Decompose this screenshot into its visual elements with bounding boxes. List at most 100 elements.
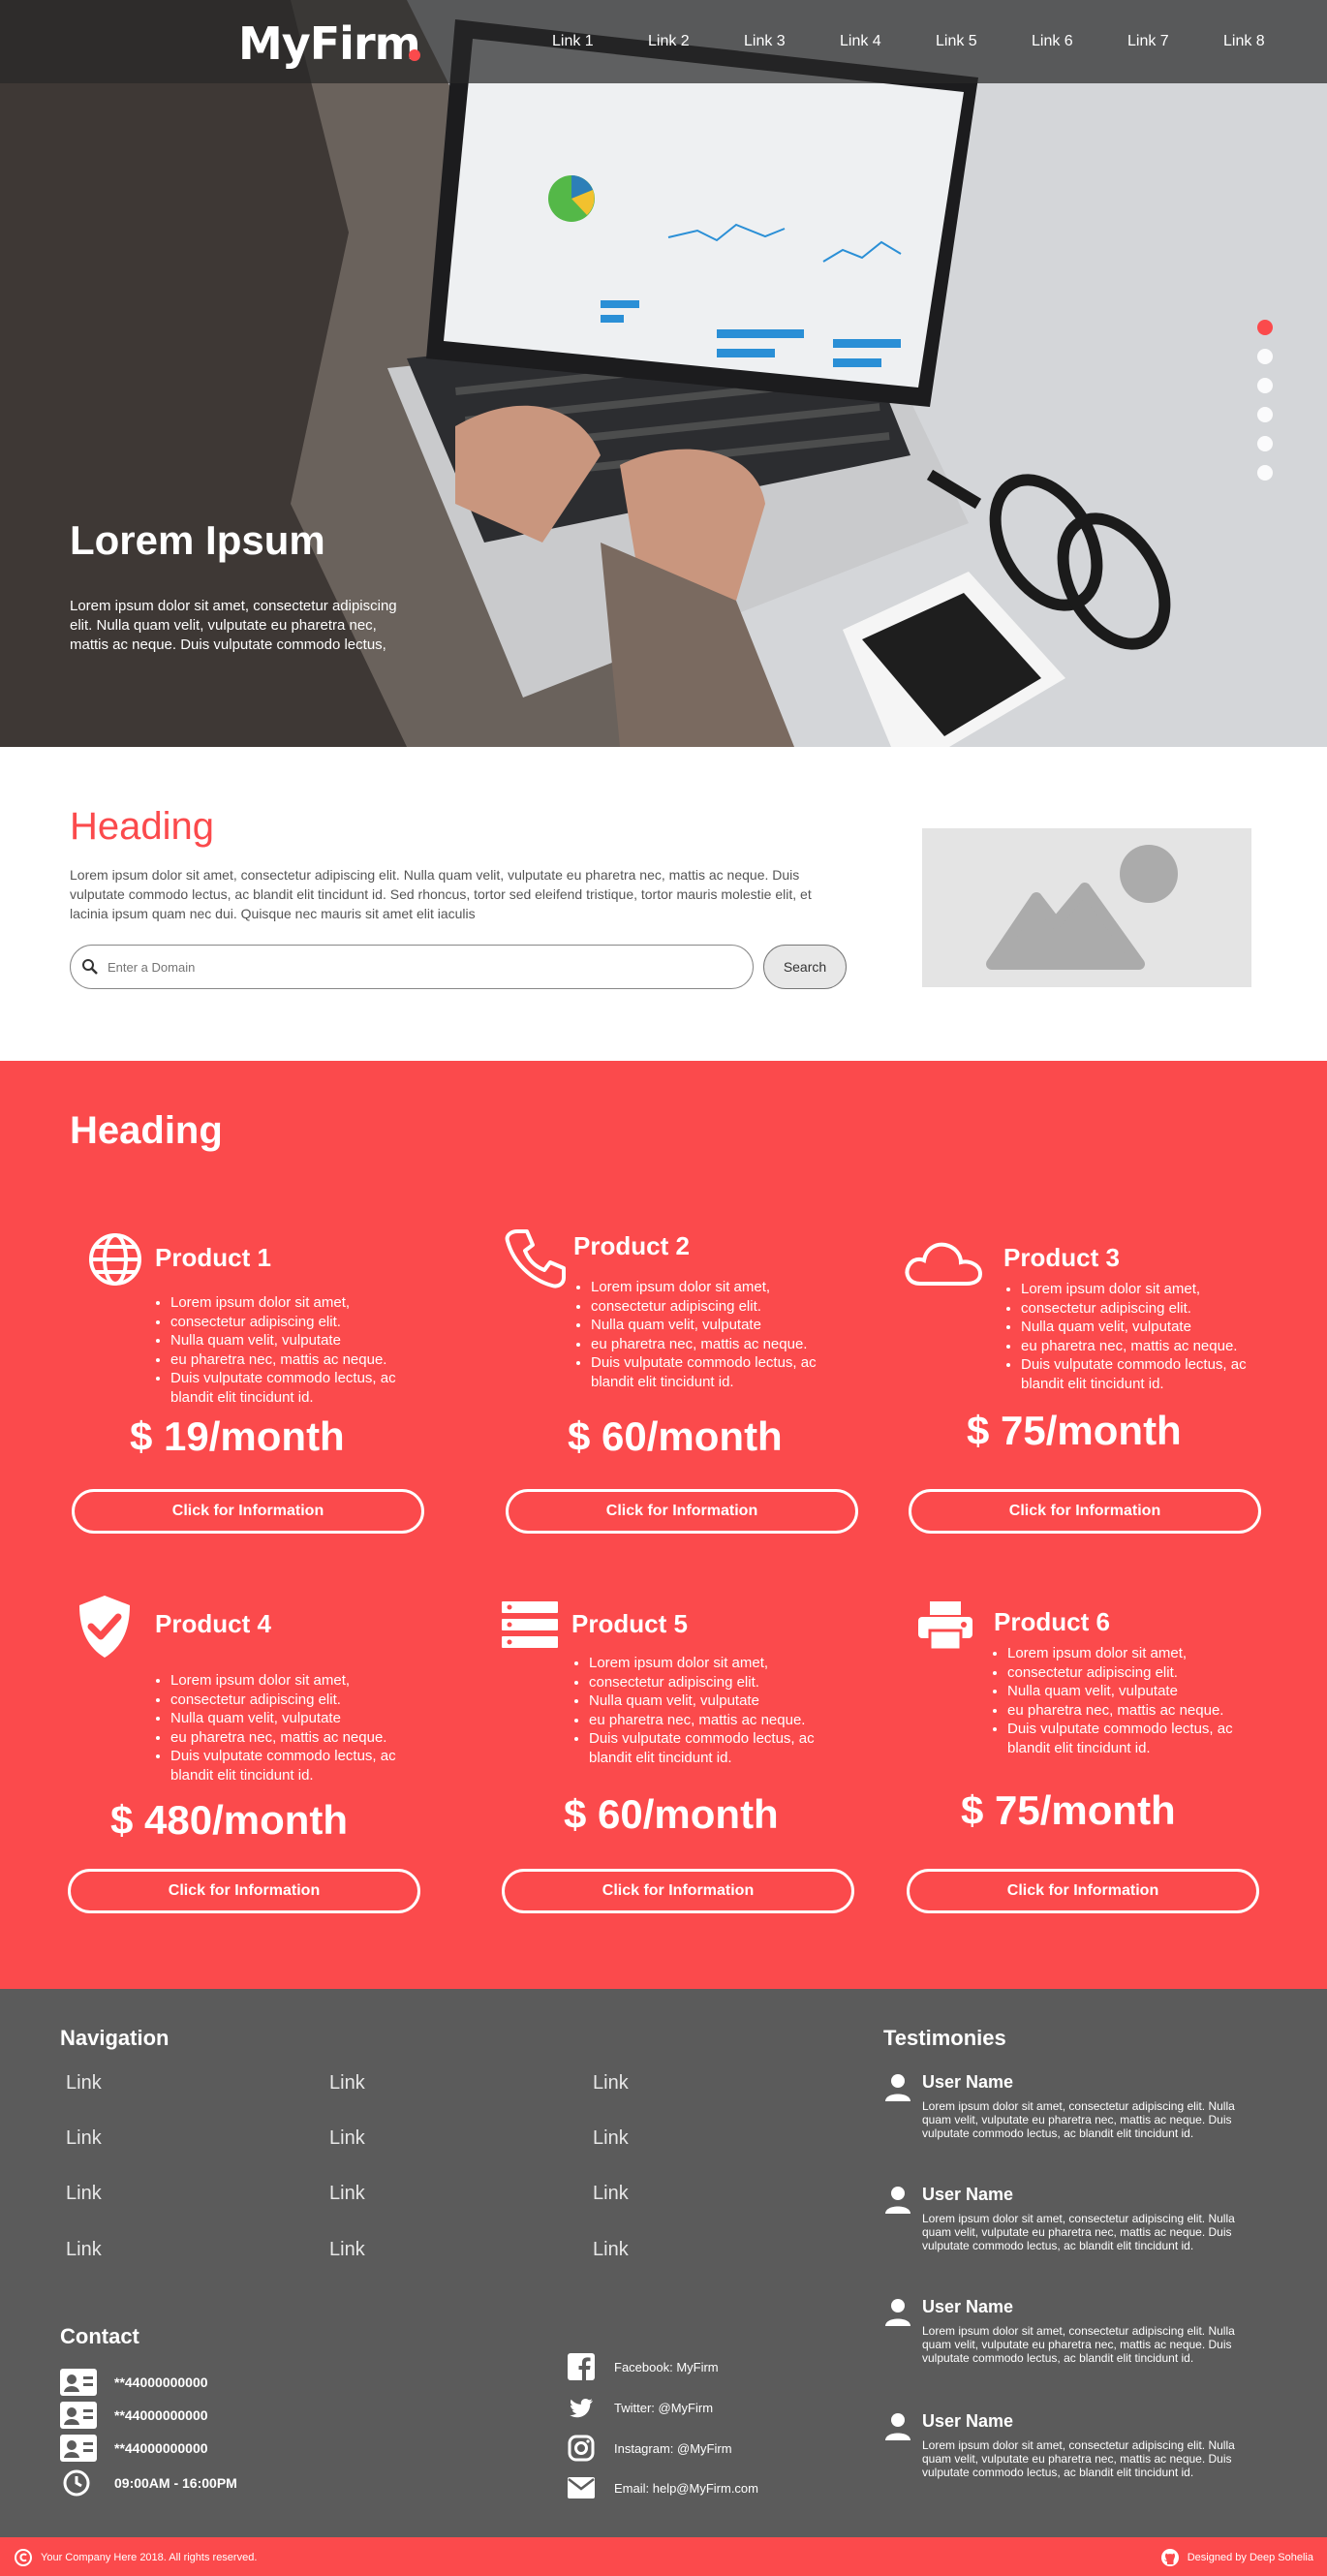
testimony-text: Lorem ipsum dolor sit amet, consectetur … xyxy=(922,2438,1235,2479)
nav-link-7[interactable]: Link 7 xyxy=(1110,33,1206,50)
product-features: Lorem ipsum dolor sit amet, consectetur … xyxy=(1002,1280,1263,1393)
nav-link-4[interactable]: Link 4 xyxy=(822,33,918,50)
testimony-user: User Name xyxy=(922,2411,1014,2431)
product-features: Lorem ipsum dolor sit amet, consectetur … xyxy=(570,1654,850,1767)
feature-item: Duis vulputate commodo lectus, ac blandi… xyxy=(1007,1720,1259,1757)
feature-item: Duis vulputate commodo lectus, ac blandi… xyxy=(170,1369,403,1407)
phone-icon xyxy=(505,1229,566,1288)
product-name: Product 4 xyxy=(155,1609,271,1638)
carousel-dot[interactable] xyxy=(1257,436,1273,451)
product-card-2: Product 2 Lorem ipsum dolor sit amet, co… xyxy=(504,1229,862,1561)
social-email[interactable]: Email: help@MyFirm.com xyxy=(568,2477,758,2498)
social-facebook[interactable]: Facebook: MyFirm xyxy=(568,2353,719,2380)
product-info-button[interactable]: Click for Information xyxy=(502,1869,854,1913)
envelope-icon xyxy=(568,2477,595,2498)
feature-item: eu pharetra nec, mattis ac neque. xyxy=(1021,1337,1263,1356)
feature-item: Nulla quam velit, vulputate xyxy=(1007,1682,1259,1701)
footer-nav-link[interactable]: Link xyxy=(593,2127,629,2150)
nav-link-1[interactable]: Link 1 xyxy=(535,33,631,50)
top-navbar: MyFirm Link 1 Link 2 Link 3 Link 4 Link … xyxy=(0,0,1327,83)
carousel-dot[interactable] xyxy=(1257,320,1273,335)
footer-nav-link[interactable]: Link xyxy=(593,2239,629,2261)
feature-item: Nulla quam velit, vulputate xyxy=(170,1709,403,1728)
product-name: Product 6 xyxy=(994,1607,1110,1636)
product-price: $ 60/month xyxy=(568,1413,783,1459)
contact-card-icon xyxy=(60,2435,97,2462)
intro-heading: Heading xyxy=(70,805,215,848)
product-price: $ 75/month xyxy=(967,1408,1182,1453)
copyright-text: Your Company Here 2018. All rights reser… xyxy=(41,2552,258,2563)
domain-search-box[interactable] xyxy=(70,945,754,989)
user-icon xyxy=(885,2299,910,2326)
testimonies-title: Testimonies xyxy=(883,2026,1006,2050)
social-label: Email: help@MyFirm.com xyxy=(614,2480,758,2496)
github-icon xyxy=(1160,2549,1179,2566)
feature-item: eu pharetra nec, mattis ac neque. xyxy=(170,1728,403,1748)
product-features: Lorem ipsum dolor sit amet, consectetur … xyxy=(151,1293,403,1407)
contact-phone-3: **44000000000 xyxy=(60,2435,208,2462)
product-features: Lorem ipsum dolor sit amet, consectetur … xyxy=(151,1671,403,1785)
logo-dot xyxy=(409,49,420,61)
footer-nav-link[interactable]: Link xyxy=(593,2072,629,2095)
cloud-icon xyxy=(905,1242,983,1286)
product-info-button[interactable]: Click for Information xyxy=(506,1489,858,1534)
nav-link-3[interactable]: Link 3 xyxy=(726,33,822,50)
social-instagram[interactable]: Instagram: @MyFirm xyxy=(568,2435,732,2462)
footer-nav-link[interactable]: Link xyxy=(329,2072,365,2095)
product-price: $ 480/month xyxy=(110,1797,349,1843)
footer-nav-link[interactable]: Link xyxy=(66,2127,102,2150)
domain-search-input[interactable] xyxy=(108,959,727,975)
nav-link-6[interactable]: Link 6 xyxy=(1014,33,1110,50)
twitter-icon xyxy=(570,2398,593,2418)
carousel-dot[interactable] xyxy=(1257,349,1273,364)
contact-card-icon xyxy=(60,2402,97,2429)
feature-item: Nulla quam velit, vulputate xyxy=(591,1316,852,1335)
site-footer: Navigation Link Link Link Link Link Link… xyxy=(0,1989,1327,2537)
testimony-user: User Name xyxy=(922,2072,1014,2092)
user-icon xyxy=(885,2187,910,2214)
footer-nav-link[interactable]: Link xyxy=(329,2127,365,2150)
footer-nav-link[interactable]: Link xyxy=(329,2183,365,2205)
nav-link-5[interactable]: Link 5 xyxy=(918,33,1014,50)
carousel-dot[interactable] xyxy=(1257,407,1273,422)
brand-logo[interactable]: MyFirm xyxy=(238,17,421,70)
shield-check-icon xyxy=(79,1596,130,1658)
nav-link-2[interactable]: Link 2 xyxy=(631,33,726,50)
user-icon xyxy=(885,2074,910,2101)
navigation-title: Navigation xyxy=(60,2026,170,2050)
product-features: Lorem ipsum dolor sit amet, consectetur … xyxy=(988,1644,1259,1757)
carousel-dot[interactable] xyxy=(1257,465,1273,481)
hero-title: Lorem Ipsum xyxy=(70,517,325,563)
nav-link-8[interactable]: Link 8 xyxy=(1206,33,1302,50)
product-info-button[interactable]: Click for Information xyxy=(68,1869,420,1913)
carousel-dot[interactable] xyxy=(1257,378,1273,393)
footer-nav-link[interactable]: Link xyxy=(66,2183,102,2205)
footer-nav-link[interactable]: Link xyxy=(593,2183,629,2205)
footer-nav-link[interactable]: Link xyxy=(329,2239,365,2261)
feature-item: Duis vulputate commodo lectus, ac blandi… xyxy=(589,1729,850,1767)
contact-hours: 09:00AM - 16:00PM xyxy=(60,2469,237,2497)
feature-item: consectetur adipiscing elit. xyxy=(1007,1663,1259,1683)
product-name: Product 1 xyxy=(155,1243,271,1272)
designer-credit[interactable]: Designed by Deep Sohelia xyxy=(1160,2548,1313,2567)
search-button[interactable]: Search xyxy=(763,945,847,989)
social-twitter[interactable]: Twitter: @MyFirm xyxy=(568,2394,713,2421)
product-info-button[interactable]: Click for Information xyxy=(909,1489,1261,1534)
nav-links: Link 1 Link 2 Link 3 Link 4 Link 5 Link … xyxy=(535,0,1302,83)
contact-phone: **44000000000 xyxy=(114,2440,208,2456)
product-info-button[interactable]: Click for Information xyxy=(907,1869,1259,1913)
contact-title: Contact xyxy=(60,2324,139,2348)
feature-item: eu pharetra nec, mattis ac neque. xyxy=(591,1335,852,1354)
product-info-button[interactable]: Click for Information xyxy=(72,1489,424,1534)
product-card-6: Product 6 Lorem ipsum dolor sit amet, co… xyxy=(907,1594,1265,1923)
product-price: $ 19/month xyxy=(130,1413,345,1459)
testimony-text: Lorem ipsum dolor sit amet, consectetur … xyxy=(922,2212,1235,2252)
social-label: Instagram: @MyFirm xyxy=(614,2440,732,2456)
product-card-3: Product 3 Lorem ipsum dolor sit amet, co… xyxy=(903,1231,1261,1561)
social-label: Facebook: MyFirm xyxy=(614,2359,719,2374)
designer-text: Designed by Deep Sohelia xyxy=(1187,2552,1313,2563)
footer-nav-link[interactable]: Link xyxy=(66,2072,102,2095)
testimony-text: Lorem ipsum dolor sit amet, consectetur … xyxy=(922,2099,1235,2140)
footer-nav-link[interactable]: Link xyxy=(66,2239,102,2261)
feature-item: Duis vulputate commodo lectus, ac blandi… xyxy=(591,1353,852,1391)
